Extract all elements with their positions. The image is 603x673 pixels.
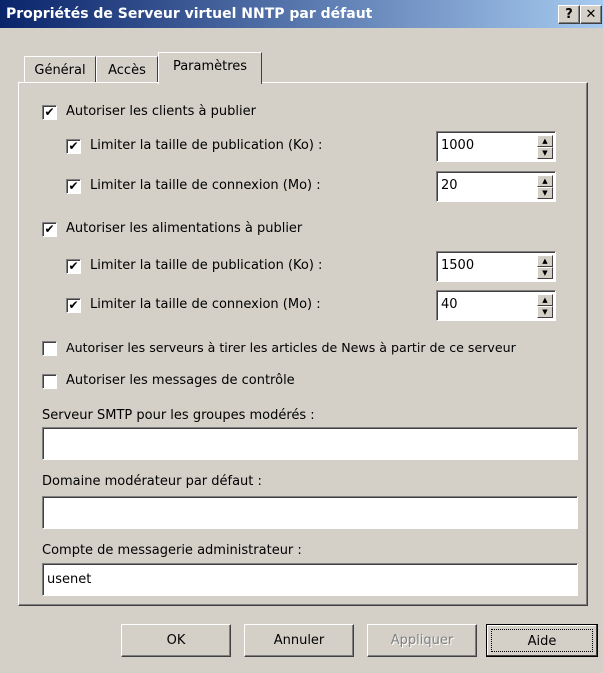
close-icon[interactable]: ✕ [580,5,602,24]
ok-button[interactable]: OK [121,624,231,657]
help-button[interactable]: Aide [486,624,598,657]
tab-parametres[interactable]: Paramètres [158,52,262,84]
tab-panel [18,82,588,606]
title-bar: Propriétés de Serveur virtuel NNTP par d… [0,0,603,28]
help-title-button[interactable]: ? [558,5,580,24]
tab-label: Accès [108,63,146,78]
tab-acces[interactable]: Accès [96,56,158,83]
cancel-button[interactable]: Annuler [244,624,354,657]
tab-label: Général [34,63,86,78]
help-button-label: Aide [491,629,593,652]
window-title: Propriétés de Serveur virtuel NNTP par d… [6,6,373,22]
apply-button[interactable]: Appliquer [367,624,477,657]
tab-general[interactable]: Général [24,56,96,83]
tab-label: Paramètres [172,59,248,74]
